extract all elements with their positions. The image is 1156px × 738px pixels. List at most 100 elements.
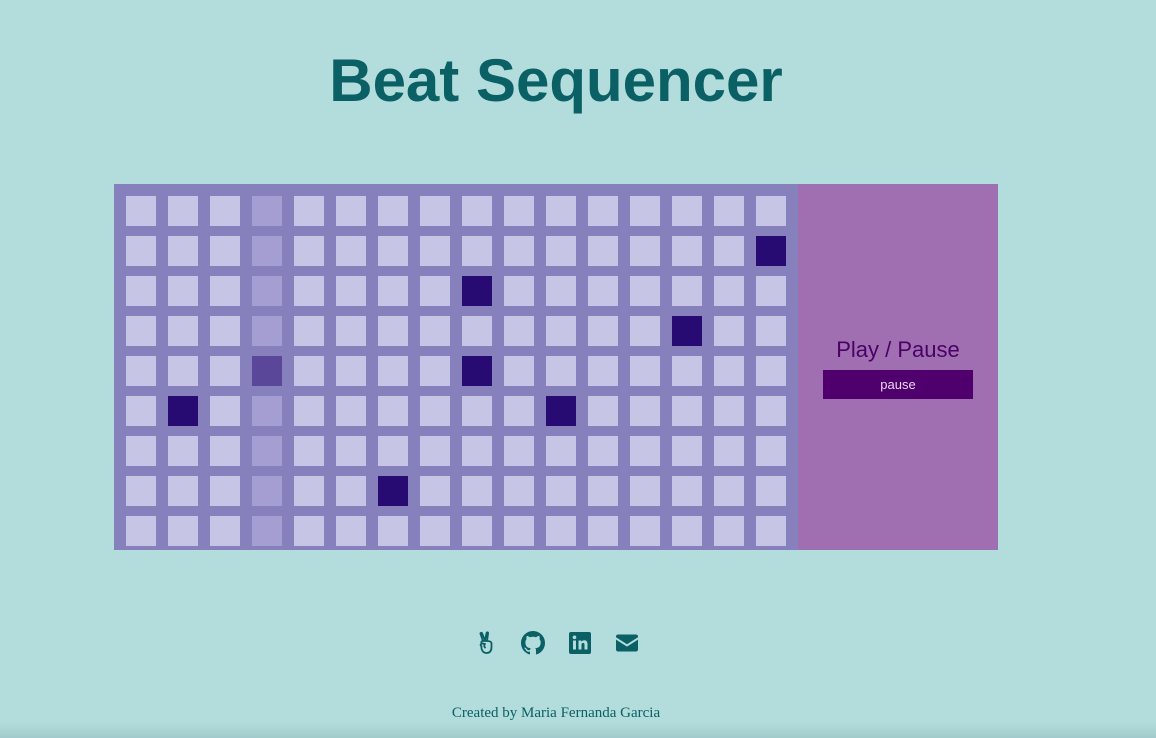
step-cell[interactable]: [588, 396, 618, 426]
step-cell[interactable]: [126, 516, 156, 546]
step-cell[interactable]: [462, 316, 492, 346]
step-cell[interactable]: [504, 356, 534, 386]
step-cell[interactable]: [294, 356, 324, 386]
step-cell[interactable]: [546, 356, 576, 386]
step-cell[interactable]: [504, 396, 534, 426]
step-cell[interactable]: [252, 516, 282, 546]
step-cell[interactable]: [420, 356, 450, 386]
step-cell[interactable]: [504, 516, 534, 546]
step-cell[interactable]: [504, 316, 534, 346]
step-cell[interactable]: [504, 196, 534, 226]
step-cell[interactable]: [588, 316, 618, 346]
step-cell[interactable]: [588, 436, 618, 466]
step-cell[interactable]: [714, 236, 744, 266]
step-cell[interactable]: [672, 396, 702, 426]
step-cell[interactable]: [336, 316, 366, 346]
step-cell[interactable]: [168, 396, 198, 426]
step-cell[interactable]: [672, 316, 702, 346]
step-cell[interactable]: [630, 316, 660, 346]
step-cell[interactable]: [420, 236, 450, 266]
step-cell[interactable]: [294, 276, 324, 306]
step-cell[interactable]: [294, 476, 324, 506]
step-cell[interactable]: [210, 476, 240, 506]
step-cell[interactable]: [630, 356, 660, 386]
pause-button[interactable]: pause: [823, 370, 973, 399]
step-cell[interactable]: [546, 436, 576, 466]
step-cell[interactable]: [378, 316, 408, 346]
step-cell[interactable]: [168, 236, 198, 266]
step-cell[interactable]: [210, 316, 240, 346]
step-cell[interactable]: [336, 276, 366, 306]
step-cell[interactable]: [672, 476, 702, 506]
step-cell[interactable]: [714, 316, 744, 346]
step-cell[interactable]: [336, 396, 366, 426]
step-cell[interactable]: [420, 516, 450, 546]
step-cell[interactable]: [378, 236, 408, 266]
step-cell[interactable]: [672, 356, 702, 386]
step-cell[interactable]: [378, 476, 408, 506]
step-cell[interactable]: [168, 196, 198, 226]
step-cell[interactable]: [168, 316, 198, 346]
step-cell[interactable]: [462, 436, 492, 466]
step-cell[interactable]: [252, 356, 282, 386]
step-cell[interactable]: [630, 396, 660, 426]
step-cell[interactable]: [336, 476, 366, 506]
email-link[interactable]: [615, 631, 639, 655]
step-cell[interactable]: [588, 196, 618, 226]
step-cell[interactable]: [672, 436, 702, 466]
step-cell[interactable]: [210, 236, 240, 266]
step-cell[interactable]: [504, 236, 534, 266]
step-cell[interactable]: [588, 476, 618, 506]
step-cell[interactable]: [546, 276, 576, 306]
step-cell[interactable]: [294, 396, 324, 426]
step-cell[interactable]: [378, 396, 408, 426]
step-cell[interactable]: [420, 476, 450, 506]
step-cell[interactable]: [756, 316, 786, 346]
step-cell[interactable]: [126, 276, 156, 306]
step-cell[interactable]: [630, 276, 660, 306]
step-cell[interactable]: [210, 436, 240, 466]
step-cell[interactable]: [294, 436, 324, 466]
step-cell[interactable]: [168, 476, 198, 506]
step-cell[interactable]: [336, 196, 366, 226]
step-cell[interactable]: [588, 516, 618, 546]
step-cell[interactable]: [630, 436, 660, 466]
step-cell[interactable]: [210, 276, 240, 306]
step-cell[interactable]: [714, 196, 744, 226]
step-cell[interactable]: [378, 436, 408, 466]
step-cell[interactable]: [252, 476, 282, 506]
step-cell[interactable]: [462, 356, 492, 386]
step-cell[interactable]: [714, 516, 744, 546]
step-cell[interactable]: [546, 476, 576, 506]
step-cell[interactable]: [588, 356, 618, 386]
step-cell[interactable]: [126, 396, 156, 426]
step-cell[interactable]: [126, 476, 156, 506]
step-cell[interactable]: [714, 476, 744, 506]
step-cell[interactable]: [168, 276, 198, 306]
step-cell[interactable]: [504, 436, 534, 466]
step-cell[interactable]: [462, 396, 492, 426]
step-cell[interactable]: [420, 396, 450, 426]
step-cell[interactable]: [126, 436, 156, 466]
step-cell[interactable]: [252, 276, 282, 306]
step-cell[interactable]: [210, 396, 240, 426]
step-cell[interactable]: [546, 236, 576, 266]
step-cell[interactable]: [546, 396, 576, 426]
step-cell[interactable]: [378, 356, 408, 386]
step-cell[interactable]: [714, 436, 744, 466]
step-cell[interactable]: [252, 436, 282, 466]
step-cell[interactable]: [546, 316, 576, 346]
step-cell[interactable]: [756, 196, 786, 226]
step-cell[interactable]: [378, 516, 408, 546]
step-cell[interactable]: [756, 356, 786, 386]
github-link[interactable]: [520, 631, 545, 655]
step-cell[interactable]: [462, 236, 492, 266]
step-cell[interactable]: [252, 316, 282, 346]
step-cell[interactable]: [756, 436, 786, 466]
step-cell[interactable]: [168, 436, 198, 466]
step-cell[interactable]: [210, 356, 240, 386]
step-cell[interactable]: [126, 236, 156, 266]
step-cell[interactable]: [378, 276, 408, 306]
step-cell[interactable]: [462, 196, 492, 226]
step-cell[interactable]: [672, 196, 702, 226]
